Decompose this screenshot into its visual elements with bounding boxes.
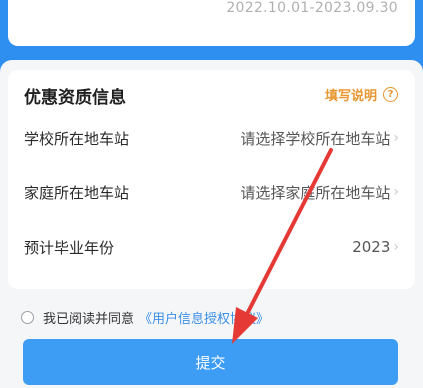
home-station-row[interactable]: 家庭所在地车站 请选择家庭所在地车站 › xyxy=(24,180,399,204)
chevron-right-icon: › xyxy=(393,130,399,146)
agreement-text: 我已阅读并同意 xyxy=(43,312,135,327)
school-station-label: 学校所在地车站 xyxy=(24,129,130,148)
graduation-year-label: 预计毕业年份 xyxy=(24,238,115,257)
section-title: 优惠资质信息 xyxy=(24,88,126,108)
discount-qualification-card: 优惠资质信息 填写说明 ? 学校所在地车站 请选择学校所在地车站 › 家庭所在地… xyxy=(8,70,415,289)
home-station-select[interactable]: 请选择家庭所在地车站 › xyxy=(240,182,399,203)
chevron-right-icon: › xyxy=(393,239,399,255)
fill-instructions-label: 填写说明 xyxy=(324,89,377,104)
school-station-placeholder: 请选择学校所在地车站 xyxy=(240,129,391,148)
home-station-label: 家庭所在地车站 xyxy=(24,183,130,202)
home-station-placeholder: 请选择家庭所在地车站 xyxy=(240,183,391,202)
fill-instructions-link[interactable]: 填写说明 ? xyxy=(325,85,398,104)
chevron-right-icon: › xyxy=(393,184,399,200)
school-station-row[interactable]: 学校所在地车站 请选择学校所在地车站 › xyxy=(24,126,399,150)
user-authorization-agreement-link[interactable]: 《用户信息授权协议》 xyxy=(139,308,269,327)
graduation-year-row[interactable]: 预计毕业年份 2023 › xyxy=(24,235,399,259)
school-station-select[interactable]: 请选择学校所在地车站 › xyxy=(240,128,399,149)
graduation-year-value: 2023 xyxy=(352,238,391,256)
validity-date-range: 2022.10.01-2023.09.30 xyxy=(226,0,398,16)
submit-button[interactable]: 提交 xyxy=(23,339,398,385)
validity-card: 2022.10.01-2023.09.30 xyxy=(8,0,415,46)
agreement-row: 我已阅读并同意 《用户信息授权协议》 xyxy=(21,308,269,327)
graduation-year-select[interactable]: 2023 › xyxy=(352,238,399,256)
question-circle-icon: ? xyxy=(383,87,398,102)
agreement-checkbox[interactable] xyxy=(21,311,34,324)
